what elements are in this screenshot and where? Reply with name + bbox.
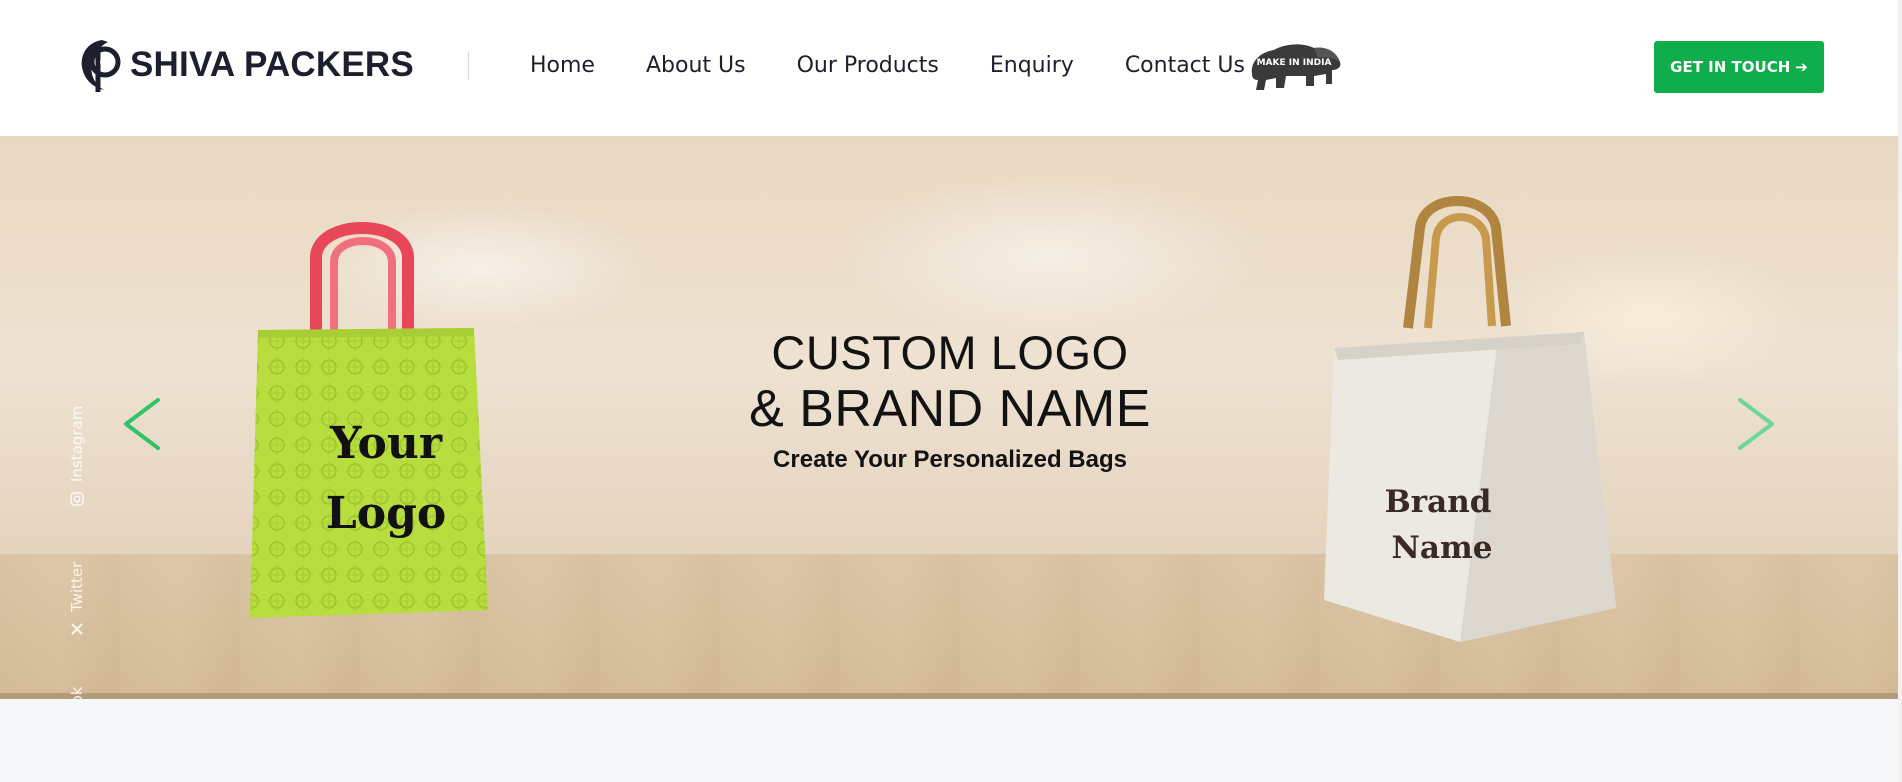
your-logo-bag-image: Your Logo <box>250 222 488 618</box>
nav-our-products[interactable]: Our Products <box>797 52 939 80</box>
instagram-icon <box>70 492 84 506</box>
slider-next-arrow-icon[interactable] <box>1730 394 1780 454</box>
page-scrollbar[interactable] <box>1898 0 1902 782</box>
bag-logo-text: Logo <box>326 488 446 539</box>
nav-home[interactable]: Home <box>530 52 595 80</box>
social-facebook-label: Facebook <box>68 687 86 699</box>
hero-headline-block: CUSTOM LOGO & BRAND NAME Create Your Per… <box>700 326 1200 474</box>
social-twitter[interactable]: Twitter <box>68 562 86 636</box>
nav-enquiry[interactable]: Enquiry <box>990 52 1074 80</box>
bag-your-text: Your <box>329 418 443 469</box>
main-nav: Home About Us Our Products Enquiry Conta… <box>530 52 1296 80</box>
nav-divider <box>468 52 469 80</box>
next-section-background <box>0 699 1902 782</box>
arrow-right-icon: ➔ <box>1795 58 1808 76</box>
get-in-touch-button[interactable]: GET IN TOUCH ➔ <box>1654 41 1824 93</box>
make-in-india-lion-logo: MAKE IN INDIA <box>1251 44 1341 90</box>
nav-contact-us[interactable]: Contact Us <box>1125 52 1245 80</box>
social-instagram-label: Instagram <box>68 405 86 482</box>
hero-headline-line1: CUSTOM LOGO <box>771 326 1129 379</box>
svg-text:MAKE IN INDIA: MAKE IN INDIA <box>1257 58 1332 68</box>
brand-logo[interactable]: SHIVA PACKERS <box>78 36 414 94</box>
brand-name: SHIVA PACKERS <box>130 45 414 84</box>
site-header: SHIVA PACKERS Home About Us Our Products… <box>0 0 1902 136</box>
social-links: Instagram Twitter Facebook <box>68 386 98 699</box>
social-facebook[interactable]: Facebook <box>68 687 86 699</box>
bag-brand-text: Brand <box>1385 484 1492 520</box>
social-instagram[interactable]: Instagram <box>68 406 86 506</box>
hero-slider: Instagram Twitter Facebook <box>0 136 1898 699</box>
slider-prev-arrow-icon[interactable] <box>118 394 168 454</box>
brand-name-bag-image: Brand Name <box>1324 196 1616 642</box>
hero-subheadline: Create Your Personalized Bags <box>773 446 1127 473</box>
hero-headline-line2: & BRAND NAME <box>749 380 1151 438</box>
nav-about-us[interactable]: About Us <box>646 52 746 80</box>
bag-name-text: Name <box>1392 530 1493 566</box>
sp-logo-icon <box>81 40 121 92</box>
x-twitter-icon <box>71 623 83 635</box>
social-twitter-label: Twitter <box>68 561 86 612</box>
get-in-touch-label: GET IN TOUCH <box>1670 58 1791 76</box>
